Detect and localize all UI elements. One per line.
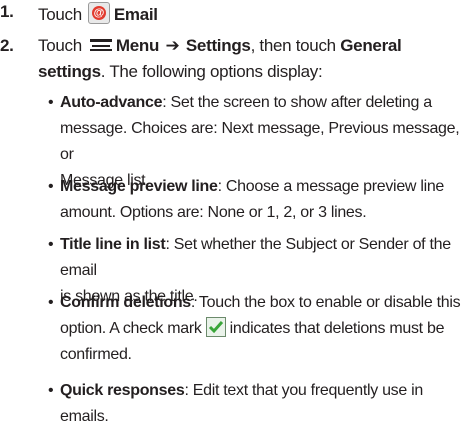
checkmark-icon <box>205 317 226 337</box>
step-number: 1. <box>0 2 14 21</box>
option-term: Quick responses <box>60 382 185 399</box>
step-text: Touch <box>38 5 82 24</box>
settings-label: Settings <box>185 36 251 55</box>
email-label: Email <box>113 5 158 24</box>
instruction-page: 1. Touch @ Email 2. Touch Menu ➔ Settings, … <box>0 0 472 425</box>
bullet: • <box>48 236 54 253</box>
general-label: General <box>340 36 402 55</box>
bullet: • <box>48 382 54 399</box>
step-number: 2. <box>0 36 14 55</box>
bullet: • <box>48 178 54 195</box>
option-term: Message preview line <box>60 178 218 195</box>
menu-label: Menu <box>115 36 160 55</box>
option-term: Confirm deletions <box>60 294 191 311</box>
menu-icon <box>89 39 112 52</box>
option-term: Title line in list <box>60 236 166 253</box>
bullet: • <box>48 294 54 311</box>
arrow-icon: ➔ <box>165 36 180 55</box>
option-quick-responses: • Quick responses: Edit text that you fr… <box>48 378 468 430</box>
email-app-icon: @ <box>87 2 110 24</box>
option-message-preview-line: • Message preview line: Choose a message… <box>48 174 468 226</box>
option-term: Auto-advance <box>60 94 163 111</box>
option-confirm-deletions: • Confirm deletions: Touch the box to en… <box>48 290 468 368</box>
bullet: • <box>48 94 54 111</box>
